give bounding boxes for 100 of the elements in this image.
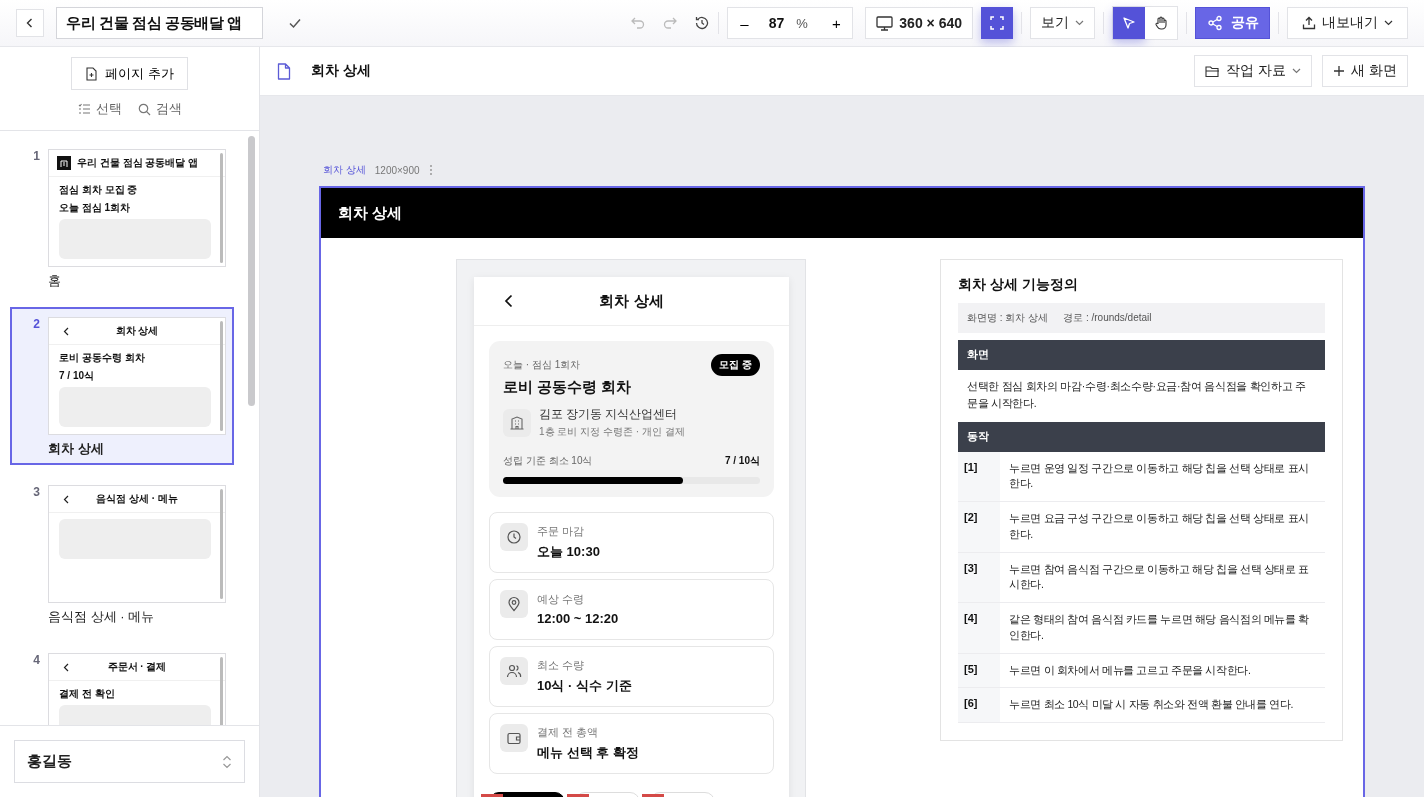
thumbnail-title: 음식점 상세 · 메뉴 [96,492,178,506]
upload-icon [1302,16,1316,30]
page-thumbnail[interactable]: 우리 건물 점심 공동배달 앱 점심 회차 모집 중 오늘 점심 1회차 [48,149,226,267]
action-description: 누르면 최소 10식 미달 시 자동 취소와 전액 환불 안내를 연다. [1008,697,1295,713]
zoom-in-button[interactable]: + [826,14,847,32]
place-detail: 1층 로비 지정 수령존 · 개인 결제 [539,425,685,439]
caret-icon [1292,68,1302,74]
action-number: [5] [958,653,1000,688]
export-button[interactable]: 내보내기 [1287,7,1408,39]
info-label: 예상 수령 [537,593,585,607]
zoom-value[interactable]: 87 [754,15,797,31]
page-label: 회차 상세 [48,441,105,457]
spec-title: 회차 상세 기능정의 [958,276,1079,294]
page-item[interactable]: 2 회차 상세 로비 공동수령 회차 7 / 10식 회차 상세 [10,307,234,465]
zoom-unit: % [796,15,809,31]
info-value: 12:00 ~ 12:20 [537,611,619,626]
action-number: [3] [958,552,1000,603]
select-button[interactable]: 선택 [77,100,122,118]
page-number: 2 [32,317,41,333]
scrollbar[interactable] [248,136,255,406]
share-icon [1206,15,1223,31]
thumbnail-title: 회차 상세 [115,324,159,338]
plus-icon [1333,65,1346,77]
device-size-button[interactable]: 360 × 640 [865,7,973,39]
new-screen-button[interactable]: 새 화면 [1322,55,1408,87]
building-icon [503,409,531,437]
page-number: 4 [32,653,41,669]
thumbnail-text: 오늘 점심 1회차 [59,201,132,215]
info-value: 10식 · 식수 기준 [537,676,632,695]
action-number: [1] [958,451,1000,502]
checklist-icon [77,103,91,115]
folder-icon [1205,64,1221,78]
page-title: 회차 상세 [311,62,371,80]
action-number: [6] [958,688,1000,723]
section-header: 동작 [958,421,1325,452]
info-value: 오늘 10:30 [537,542,600,561]
info-label: 결제 전 총액 [537,725,599,740]
search-button[interactable]: 검색 [137,100,182,118]
thumbnail-title: 우리 건물 점심 공동배달 앱 [77,156,199,170]
status-badge: 모집 중 [711,354,760,376]
hand-icon [1153,15,1169,31]
action-description: 같은 형태의 참여 음식점 카드를 누르면 해당 음식점의 메뉴를 확인한다. [1008,612,1310,643]
action-description: 누르면 요금 구성 구간으로 이동하고 해당 칩을 선택 상태로 표시한다. [1008,511,1310,542]
back-icon [63,326,69,336]
thumbnail-title: 주문서 · 결제 [107,660,167,674]
project-title-field[interactable]: 우리 건물 점심 공동배달 앱 [56,7,263,39]
thumbnail-text: 결제 전 확인 [59,687,116,701]
back-icon[interactable] [504,294,513,308]
action-description: 누르면 이 회차에서 메뉴를 고르고 주문을 시작한다. [1008,662,1252,678]
frame-header: 회차 상세 [321,188,1363,238]
page-label: 홈 [48,273,62,289]
page-item[interactable]: 1 우리 건물 점심 공동배달 앱 점심 회차 모집 중 오늘 점심 1회차 홈 [10,139,234,307]
round-summary-card[interactable]: 오늘 · 점심 1회차 모집 중 로비 공동수령 회차 김포 장기동 지식산업센터 1층 로비 지정 수령존 · 개인 결제 성립 기준 최소 10식 7 / 10식 [489,341,774,497]
zoom-out-button[interactable]: – [734,14,755,32]
clock-icon [500,523,528,551]
action-number: [2] [958,502,1000,552]
fit-screen-button[interactable] [981,7,1013,39]
file-plus-icon [85,66,99,81]
location-pin-icon [500,590,528,618]
round-label: 오늘 · 점심 1회차 [503,358,581,372]
section-header: 화면 [958,340,1325,370]
wallet-icon [500,724,528,752]
search-icon [137,102,151,116]
thumbnail-text: 7 / 10식 [59,369,96,383]
back-icon [63,662,69,672]
page-number: 3 [32,485,41,501]
action-description: 누르면 운영 일정 구간으로 이동하고 해당 칩을 선택 상태로 표시한다. [1008,460,1310,492]
info-label: 주문 마감 [537,524,585,539]
page-thumbnail[interactable]: 주문서 · 결제 결제 전 확인 [48,653,226,725]
cursor-icon [1121,15,1137,31]
page-label: 음식점 상세 · 메뉴 [48,609,156,625]
screen-name-text: 화면명 : 회차 상세 [967,311,1049,325]
people-icon [500,657,528,685]
history-icon[interactable] [694,15,711,31]
page-thumbnail[interactable]: 회차 상세 로비 공동수령 회차 7 / 10식 [48,317,226,435]
action-description: 누르면 참여 음식점 구간으로 이동하고 해당 칩을 선택 상태로 표시한다. [1008,561,1310,593]
page-thumbnail[interactable]: 음식점 상세 · 메뉴 [48,485,226,603]
frame-name[interactable]: 회차 상세 [323,163,366,177]
up-down-chevron-icon [222,753,232,770]
info-value: 메뉴 선택 후 확정 [537,743,639,762]
frame-size: 1200×900 [374,164,420,176]
route-path-text: 경로 : /rounds/detail [1063,311,1152,325]
select-tool-button[interactable] [1113,7,1145,39]
building-icon [57,156,71,170]
work-files-button[interactable]: 작업 자료 [1194,55,1313,87]
thumbnail-text: 로비 공동수령 회차 [59,351,146,365]
page-item[interactable]: 3 음식점 상세 · 메뉴 음식점 상세 · 메뉴 [10,475,234,643]
page-item[interactable]: 4 주문서 · 결제 결제 전 확인 [10,643,234,725]
fullscreen-icon [989,15,1005,31]
caret-icon [1075,20,1084,26]
monitor-icon [876,15,894,31]
back-icon [63,494,69,504]
thumbnail-text: 점심 회차 모집 중 [59,183,139,197]
add-page-button[interactable]: 페이지 추가 [71,57,188,90]
info-label: 최소 수량 [537,658,585,673]
share-button[interactable]: 공유 [1195,7,1270,39]
progress-label: 성립 기준 최소 10식 [503,454,593,468]
caret-icon [1384,20,1393,26]
user-select[interactable]: 홍길동 [14,740,245,783]
view-dropdown[interactable]: 보기 [1030,7,1095,39]
